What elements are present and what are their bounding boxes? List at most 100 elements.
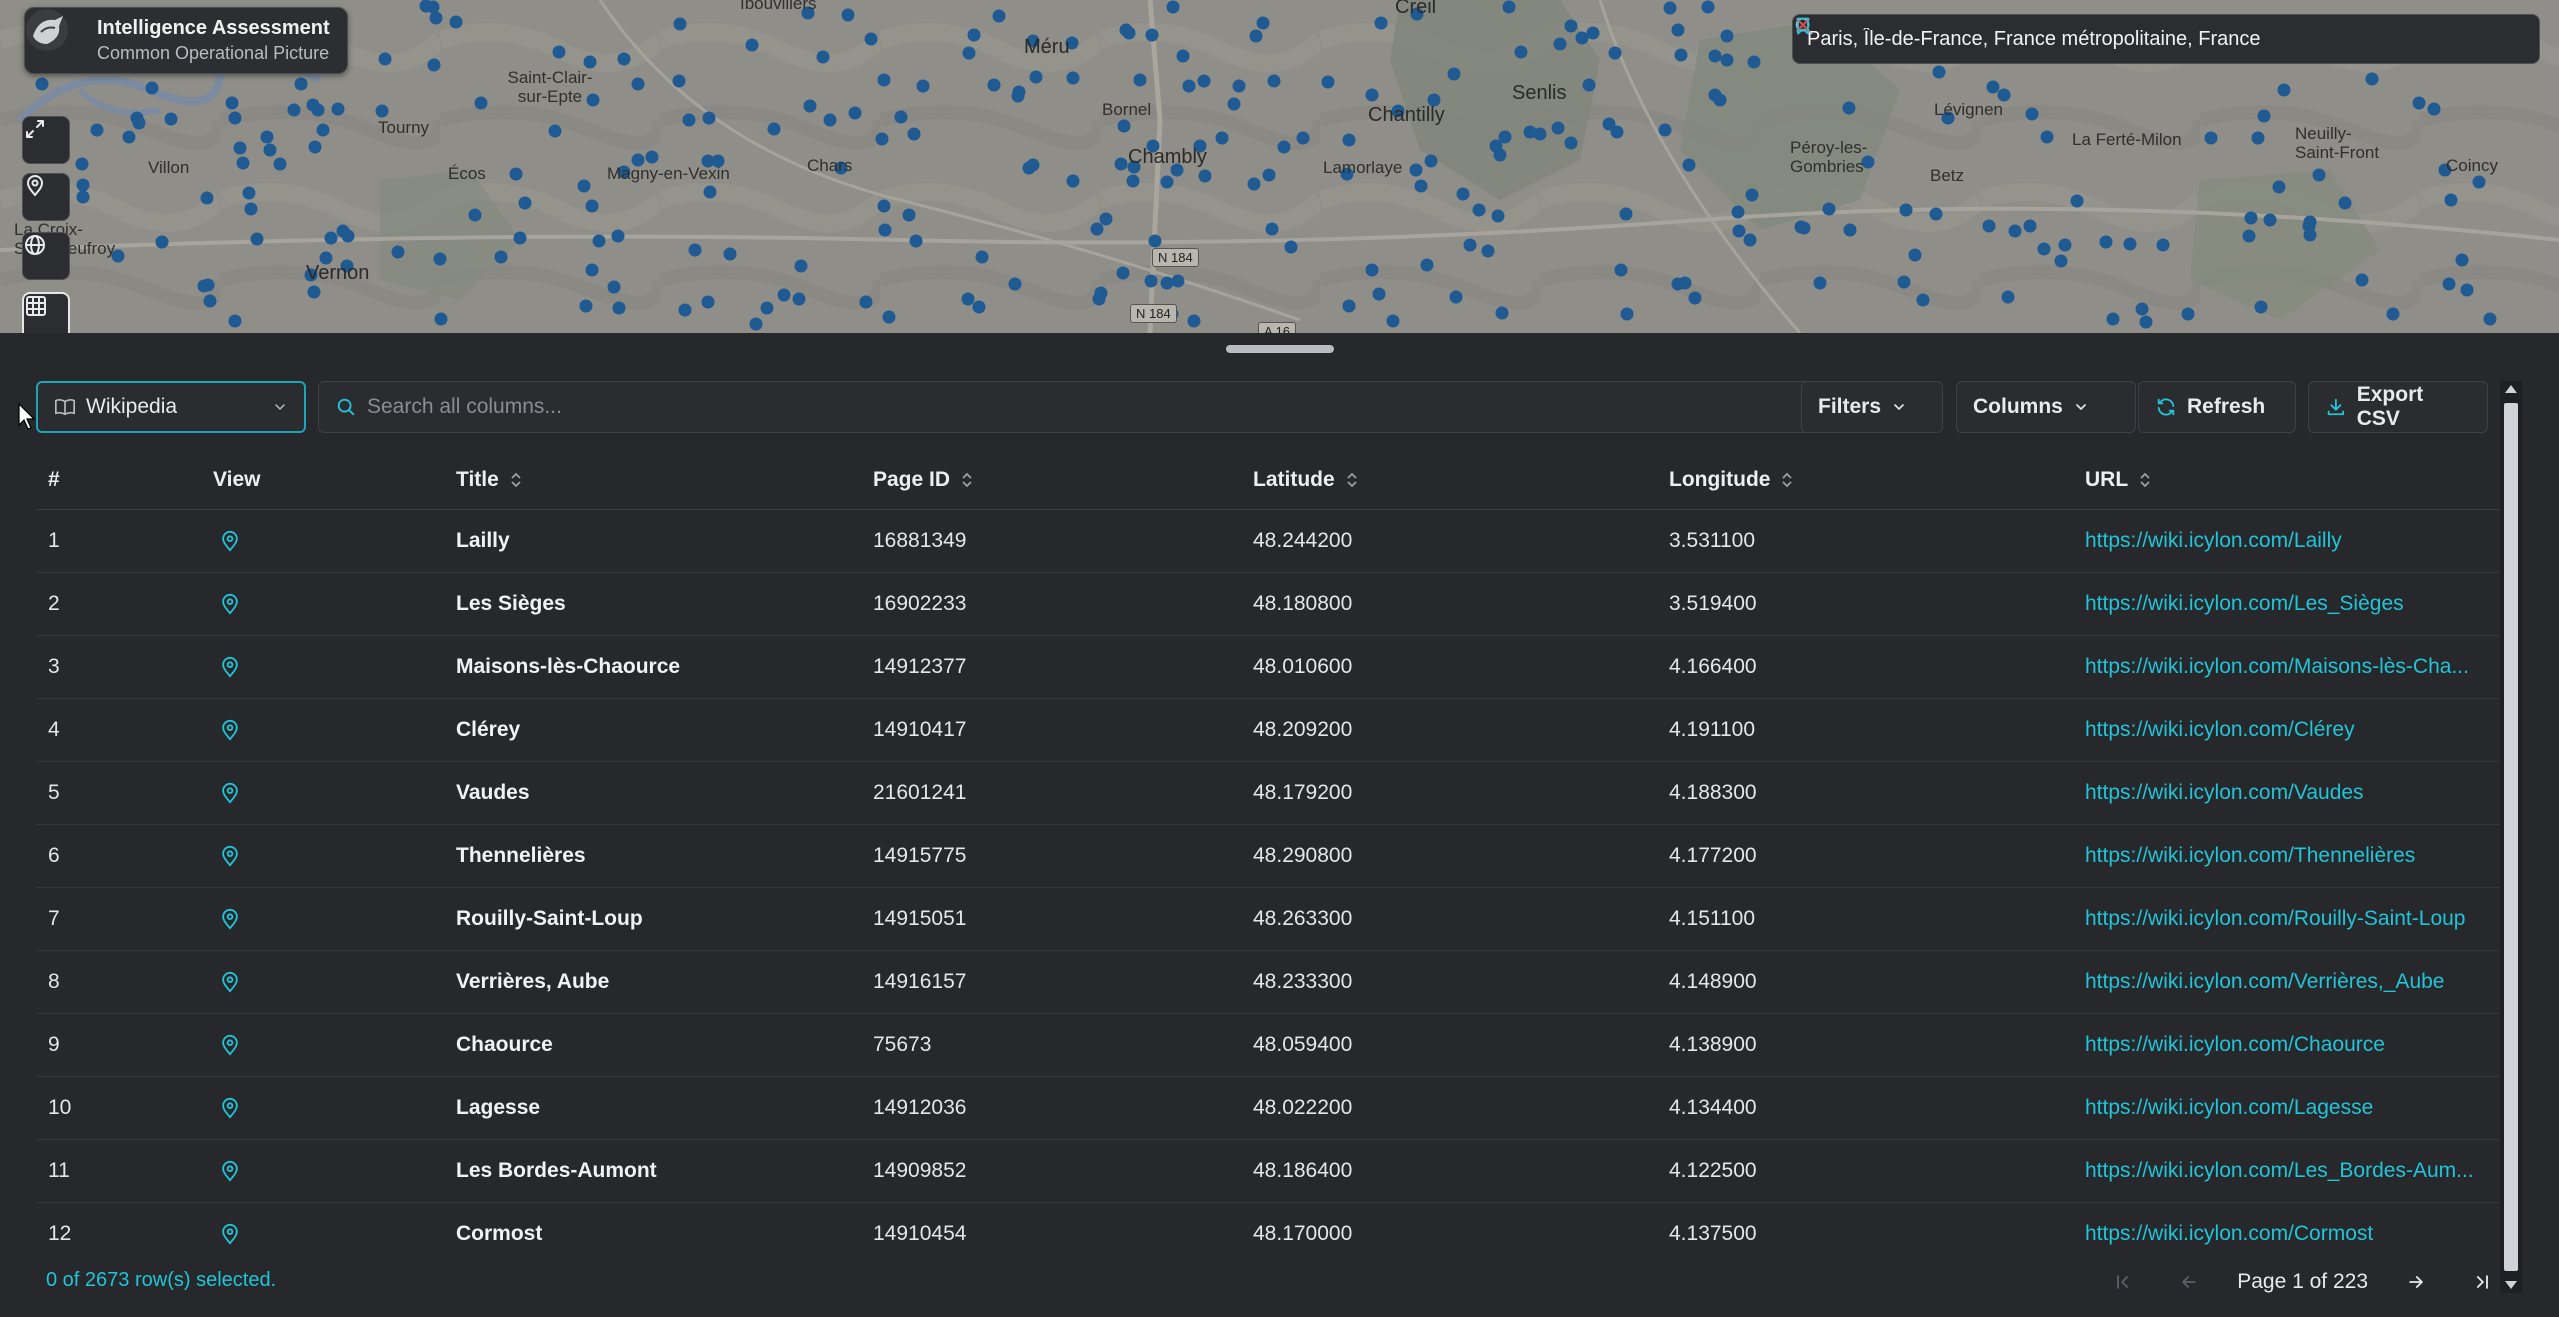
map-marker[interactable]	[909, 234, 923, 248]
map-marker[interactable]	[236, 156, 250, 170]
map-marker[interactable]	[2444, 193, 2458, 207]
map-marker[interactable]	[1732, 224, 1746, 238]
map-marker[interactable]	[518, 196, 532, 210]
map-marker[interactable]	[864, 32, 878, 46]
map-marker[interactable]	[1372, 287, 1386, 301]
view-location-icon[interactable]	[219, 1033, 241, 1057]
map-marker[interactable]	[816, 50, 830, 64]
map-marker[interactable]	[1619, 207, 1633, 221]
columns-button[interactable]: Columns	[1956, 381, 2136, 433]
map-marker[interactable]	[877, 73, 891, 87]
map-marker[interactable]	[1342, 299, 1356, 313]
map-marker[interactable]	[1982, 219, 1996, 233]
map-marker[interactable]	[1743, 233, 1757, 247]
map-marker[interactable]	[2365, 72, 2379, 86]
map-marker[interactable]	[2008, 224, 2022, 238]
map-marker[interactable]	[1262, 168, 1276, 182]
location-search[interactable]: Paris, Île-de-France, France métropolita…	[1792, 14, 2540, 64]
map-marker[interactable]	[2001, 290, 2015, 304]
map-marker[interactable]	[882, 310, 896, 324]
map-marker[interactable]	[474, 96, 488, 110]
map-marker[interactable]	[1160, 276, 1174, 290]
map-marker[interactable]	[1899, 203, 1913, 217]
map-marker[interactable]	[1160, 175, 1174, 189]
row-url-link[interactable]: https://wiki.icylon.com/Rouilly-Saint-Lo…	[2073, 887, 2500, 951]
map-marker[interactable]	[672, 74, 686, 88]
map-marker[interactable]	[1575, 31, 1589, 45]
map-marker[interactable]	[294, 77, 308, 91]
map-marker[interactable]	[577, 179, 591, 193]
map-marker[interactable]	[1456, 187, 1470, 201]
previous-page-button[interactable]	[2171, 1264, 2207, 1300]
map-marker[interactable]	[2181, 307, 2195, 321]
map-marker[interactable]	[2263, 213, 2277, 227]
map-marker[interactable]	[75, 157, 89, 171]
map-marker[interactable]	[449, 15, 463, 29]
map-marker[interactable]	[1745, 188, 1759, 202]
map-marker[interactable]	[1463, 238, 1477, 252]
map-marker[interactable]	[2025, 107, 2039, 121]
map-marker[interactable]	[244, 202, 258, 216]
map-marker[interactable]	[1117, 119, 1131, 133]
map-marker[interactable]	[468, 208, 482, 222]
map-marker[interactable]	[607, 280, 621, 294]
map-marker[interactable]	[723, 247, 737, 261]
globe-button[interactable]	[22, 232, 70, 280]
map-marker[interactable]	[1187, 314, 1201, 328]
map-marker[interactable]	[1582, 78, 1596, 92]
next-page-button[interactable]	[2398, 1264, 2434, 1300]
bookmark-icon[interactable]	[1793, 15, 1813, 37]
map-marker[interactable]	[122, 130, 136, 144]
table-row[interactable]: 11 Les Bordes-Aumont 14909852 48.186400 4.12…	[36, 1139, 2500, 1203]
map-marker[interactable]	[916, 79, 930, 93]
map-marker[interactable]	[975, 250, 989, 264]
map-marker[interactable]	[1365, 88, 1379, 102]
map-marker[interactable]	[1249, 29, 1263, 43]
map-marker[interactable]	[1794, 220, 1808, 234]
map-marker[interactable]	[1133, 73, 1147, 87]
map-marker[interactable]	[682, 113, 696, 127]
table-search[interactable]: Search all columns...	[318, 381, 1823, 433]
map-marker[interactable]	[242, 186, 256, 200]
map-marker[interactable]	[967, 28, 981, 42]
view-location-icon[interactable]	[219, 529, 241, 553]
map-marker[interactable]	[2277, 83, 2291, 97]
view-location-icon[interactable]	[219, 1222, 241, 1245]
map-marker[interactable]	[513, 231, 527, 245]
row-url-link[interactable]: https://wiki.icylon.com/Verrières,_Aube	[2073, 950, 2500, 1014]
map-marker[interactable]	[331, 102, 345, 116]
map-marker[interactable]	[688, 243, 702, 257]
map-marker[interactable]	[1731, 205, 1745, 219]
map-marker[interactable]	[2303, 228, 2317, 242]
map-marker[interactable]	[703, 185, 717, 199]
table-row[interactable]: 5 Vaudes 21601241 48.179200 4.188300 https://…	[36, 761, 2500, 825]
map-marker[interactable]	[263, 143, 277, 157]
map-marker[interactable]	[552, 45, 566, 59]
map-marker[interactable]	[203, 294, 217, 308]
row-url-link[interactable]: https://wiki.icylon.com/Maisons-lès-Cha.…	[2073, 635, 2500, 699]
row-url-link[interactable]: https://wiki.icylon.com/Thennelières	[2073, 824, 2500, 888]
table-row[interactable]: 10 Lagesse 14912036 48.022200 4.134400 https:…	[36, 1076, 2500, 1140]
map-marker[interactable]	[1256, 16, 1270, 30]
map-marker[interactable]	[1481, 244, 1495, 258]
filters-button[interactable]: Filters	[1801, 381, 1943, 433]
location-search-input[interactable]: Paris, Île-de-France, France métropolita…	[1807, 28, 2525, 51]
map-marker[interactable]	[1114, 157, 1128, 171]
map-marker[interactable]	[434, 312, 448, 326]
map-marker[interactable]	[585, 199, 599, 213]
map-marker[interactable]	[2460, 283, 2474, 297]
map-marker[interactable]	[1908, 248, 1922, 262]
map-marker[interactable]	[1099, 212, 1113, 226]
map-marker[interactable]	[1553, 37, 1567, 51]
map-marker[interactable]	[1247, 177, 1261, 191]
map-marker[interactable]	[1610, 125, 1624, 139]
map-marker[interactable]	[987, 78, 1001, 92]
map-marker[interactable]	[702, 111, 716, 125]
map-marker[interactable]	[1663, 1, 1677, 15]
table-row[interactable]: 4 Clérey 14910417 48.209200 4.191100 https://…	[36, 698, 2500, 762]
map-marker[interactable]	[1066, 174, 1080, 188]
map-marker[interactable]	[1126, 174, 1140, 188]
map-marker[interactable]	[2139, 315, 2153, 329]
row-url-link[interactable]: https://wiki.icylon.com/Clérey	[2073, 698, 2500, 762]
row-url-link[interactable]: https://wiki.icylon.com/Les_Sièges	[2073, 572, 2500, 636]
